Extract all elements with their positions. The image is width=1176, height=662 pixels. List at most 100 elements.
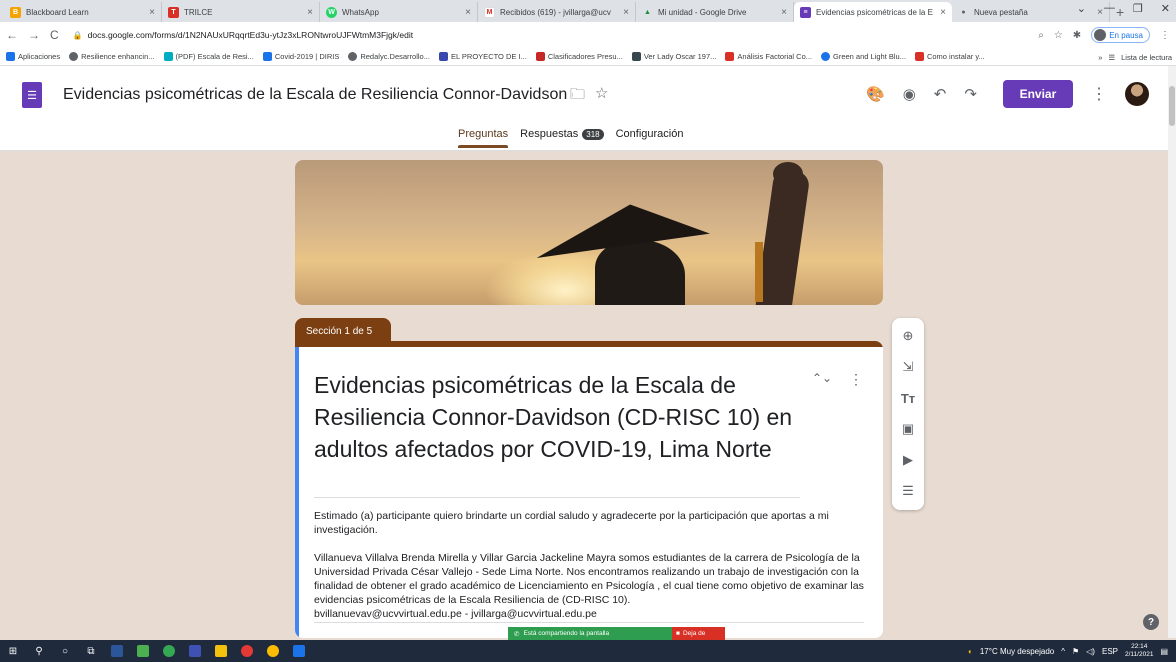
- avatar[interactable]: [1124, 82, 1149, 106]
- search-icon[interactable]: ⚲: [26, 640, 52, 662]
- bookmark-label: EL PROYECTO DE I...: [450, 52, 527, 61]
- url-text: docs.google.com/forms/d/1N2NAUxURqqrtEd3…: [87, 30, 414, 40]
- floating-toolbar: ⊕ ⇲ Tт ▣ ▶ ☰: [892, 318, 924, 510]
- word-icon[interactable]: [104, 640, 130, 662]
- volume-icon[interactable]: ◁): [1086, 647, 1095, 656]
- task-view-icon[interactable]: ⧉: [78, 640, 104, 662]
- page-scrollbar[interactable]: [1168, 66, 1176, 638]
- file-explorer-icon[interactable]: [208, 640, 234, 662]
- add-section-icon[interactable]: ☰: [902, 483, 914, 499]
- close-tab-icon[interactable]: ×: [465, 7, 471, 18]
- palette-icon[interactable]: 🎨: [866, 85, 885, 103]
- bookmark-item[interactable]: Redalyc.Desarrollo...: [348, 52, 430, 61]
- close-tab-icon[interactable]: ×: [307, 7, 313, 18]
- app-icon[interactable]: [182, 640, 208, 662]
- bookmark-item[interactable]: (PDF) Escala de Resi...: [163, 52, 254, 61]
- help-icon[interactable]: ?: [1143, 614, 1159, 630]
- section-description[interactable]: Estimado (a) participante quiero brindar…: [314, 509, 874, 621]
- section-card[interactable]: Evidencias psicométricas de la Escala de…: [295, 347, 883, 638]
- collapse-section-icon[interactable]: ⌃⌄: [812, 371, 832, 385]
- back-icon[interactable]: ←: [6, 28, 18, 42]
- add-question-icon[interactable]: ⊕: [903, 328, 914, 344]
- add-video-icon[interactable]: ▶: [903, 452, 913, 468]
- url-input[interactable]: 🔒 docs.google.com/forms/d/1N2NAUxURqqrtE…: [69, 25, 1039, 45]
- reading-list[interactable]: » ☰ Lista de lectura: [1092, 48, 1172, 65]
- opera-icon[interactable]: [234, 640, 260, 662]
- chrome-icon: ●: [961, 8, 966, 16]
- zoom-icon[interactable]: ⌕: [1038, 30, 1044, 41]
- browser-tab[interactable]: ▲ Mi unidad - Google Drive ×: [636, 2, 794, 22]
- section-more-icon[interactable]: ⋮: [849, 371, 863, 388]
- close-tab-icon[interactable]: ×: [149, 7, 155, 18]
- browser-tab[interactable]: W WhatsApp ×: [320, 2, 478, 22]
- reload-icon[interactable]: C: [50, 28, 59, 42]
- tray-overflow-icon[interactable]: ^: [1061, 647, 1065, 656]
- redo-icon[interactable]: ↷: [964, 85, 977, 103]
- google-forms-logo-icon[interactable]: ☰: [22, 82, 42, 108]
- preview-eye-icon[interactable]: ◉: [903, 85, 916, 103]
- stop-icon: ■: [676, 630, 680, 637]
- bookmark-item[interactable]: Resilience enhancin...: [69, 52, 155, 61]
- photos-icon[interactable]: [130, 640, 156, 662]
- clock[interactable]: 22:14 2/11/2021: [1125, 643, 1153, 659]
- bookmark-label: Ver Lady Oscar 197...: [643, 52, 717, 61]
- send-button[interactable]: Enviar: [1002, 80, 1073, 108]
- more-options-icon[interactable]: ⋮: [1091, 84, 1107, 104]
- close-tab-icon[interactable]: ×: [781, 7, 787, 18]
- tab-responses[interactable]: Respuestas 318: [520, 128, 604, 148]
- browser-tab-strip: B Blackboard Learn × T TRILCE × W WhatsA…: [0, 0, 1176, 22]
- close-tab-icon[interactable]: ×: [623, 7, 629, 18]
- scrollbar-thumb[interactable]: [1169, 86, 1175, 126]
- close-tab-icon[interactable]: ×: [940, 7, 946, 18]
- chrome-active-icon[interactable]: [260, 640, 286, 662]
- forward-icon[interactable]: →: [28, 28, 40, 42]
- chrome-icon[interactable]: [156, 640, 182, 662]
- bookmark-item[interactable]: Covid-2019 | DIRIS: [262, 52, 339, 61]
- phone-icon: ✆: [514, 630, 520, 638]
- tab-title: Mi unidad - Google Drive: [658, 7, 747, 17]
- minimize-icon[interactable]: —: [1104, 2, 1115, 15]
- browser-tab[interactable]: T TRILCE ×: [162, 2, 320, 22]
- star-icon[interactable]: ☆: [595, 84, 608, 109]
- restore-icon[interactable]: ❐: [1133, 2, 1143, 15]
- tab-settings[interactable]: Configuración: [616, 128, 684, 148]
- folder-icon[interactable]: 🗀: [570, 84, 585, 109]
- form-title[interactable]: Evidencias psicométricas de la Escala de…: [63, 86, 573, 104]
- notifications-icon[interactable]: ▤: [1160, 647, 1168, 656]
- section-title[interactable]: Evidencias psicométricas de la Escala de…: [314, 369, 814, 465]
- add-title-icon[interactable]: Tт: [901, 390, 915, 406]
- bookmark-star-icon[interactable]: ☆: [1054, 30, 1063, 41]
- meeting-app-icon[interactable]: [286, 640, 312, 662]
- profile-button[interactable]: En pausa: [1091, 27, 1150, 43]
- whatsapp-icon: W: [326, 6, 337, 18]
- browser-tab-active[interactable]: ≡ Evidencias psicométricas de la E ×: [794, 2, 952, 22]
- bookmark-apps[interactable]: Aplicaciones: [6, 52, 60, 61]
- add-image-icon[interactable]: ▣: [902, 421, 914, 437]
- tab-title: Nueva pestaña: [974, 7, 1028, 17]
- bookmark-item[interactable]: Clasificadores Presu...: [535, 52, 623, 61]
- browser-tab[interactable]: M Recibidos (619) - jvillarga@ucv ×: [478, 2, 636, 22]
- bookmark-item[interactable]: EL PROYECTO DE I...: [438, 52, 527, 61]
- more-bookmarks-icon[interactable]: »: [1098, 53, 1102, 62]
- language-indicator[interactable]: ESP: [1102, 647, 1118, 656]
- bookmark-item[interactable]: Ver Lady Oscar 197...: [631, 52, 717, 61]
- windows-start-icon[interactable]: ⊞: [0, 640, 26, 662]
- browser-menu-icon[interactable]: ⋮: [1160, 30, 1170, 41]
- tab-search-icon[interactable]: ⌄: [1077, 2, 1086, 15]
- extensions-icon[interactable]: ✱: [1073, 30, 1081, 41]
- close-window-icon[interactable]: ✕: [1161, 2, 1170, 15]
- bookmarks-bar: Aplicaciones Resilience enhancin... (PDF…: [0, 48, 1176, 66]
- tab-questions[interactable]: Preguntas: [458, 128, 509, 148]
- bookmark-item[interactable]: Análisis Factorial Co...: [725, 52, 812, 61]
- cortana-icon[interactable]: ○: [52, 640, 78, 662]
- stop-sharing-button[interactable]: ■ Deja de: [672, 627, 725, 640]
- weather-text[interactable]: 17°C Muy despejado: [980, 647, 1054, 656]
- browser-tab[interactable]: B Blackboard Learn ×: [4, 2, 162, 22]
- network-icon[interactable]: ⚑: [1072, 647, 1079, 656]
- bookmark-label: Aplicaciones: [18, 52, 61, 61]
- undo-icon[interactable]: ↶: [934, 85, 947, 103]
- reading-list-label: Lista de lectura: [1121, 52, 1172, 62]
- import-questions-icon[interactable]: ⇲: [903, 359, 914, 375]
- bookmark-item[interactable]: Como instalar y...: [914, 52, 985, 61]
- bookmark-item[interactable]: Green and Light Blu...: [821, 52, 906, 61]
